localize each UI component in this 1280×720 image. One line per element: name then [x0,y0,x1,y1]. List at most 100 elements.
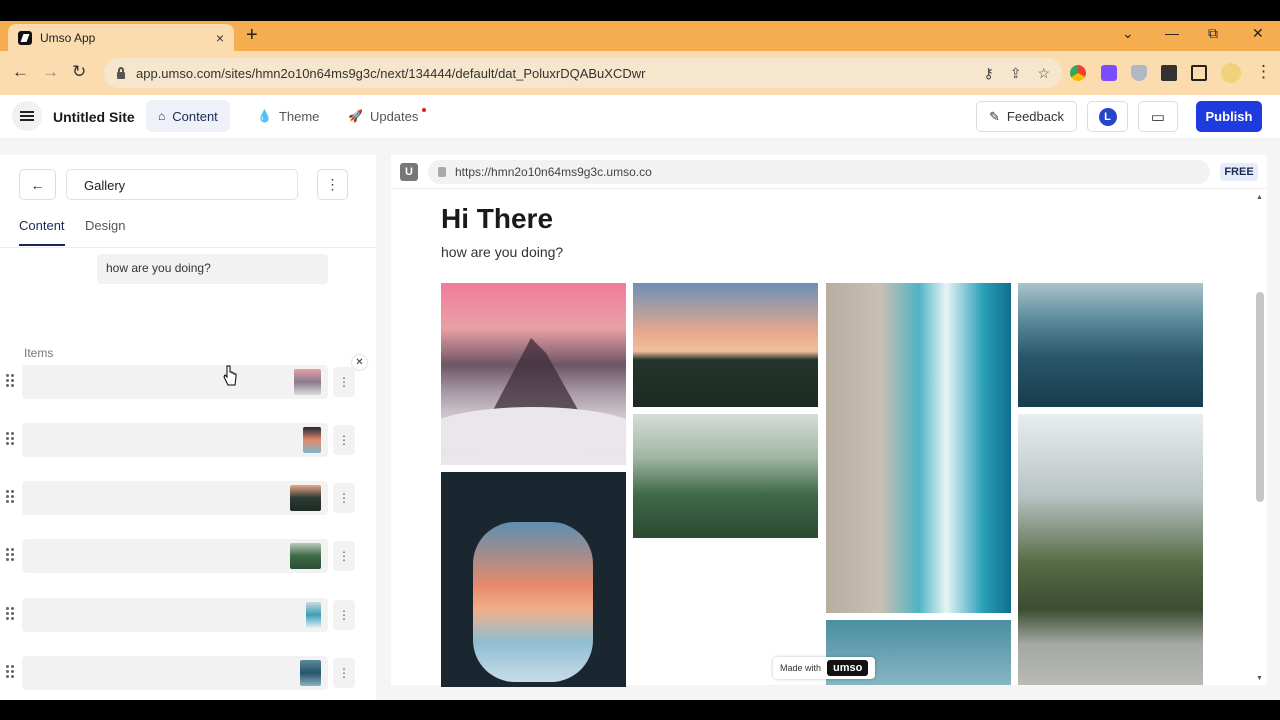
gallery-image-forest[interactable] [633,414,818,538]
gallery-image-mountain-road[interactable] [1018,414,1203,685]
profile-avatar-icon[interactable] [1221,63,1241,83]
tab-theme-label: Theme [278,108,320,124]
gallery-item-field[interactable] [22,423,328,457]
publish-button[interactable]: Publish [1196,101,1262,132]
tab-title: Umso App [40,30,96,45]
browser-tab[interactable]: Umso App × [8,24,234,51]
mouse-pointer-hand-icon [223,365,237,386]
drag-handle-icon[interactable] [6,490,14,504]
share-icon[interactable]: ⇪ [1010,65,1022,82]
gallery-item-row[interactable]: ⋮ [0,481,376,515]
items-label: Items [24,346,54,360]
tab-close-icon[interactable]: × [216,30,224,46]
item-options-kebab-icon[interactable]: ⋮ [333,425,355,455]
feedback-icon: ✎ [989,108,1000,124]
preview-url-bar: U https://hmn2o10n64ms9g3c.umso.co FREE [391,155,1267,189]
screen: Umso App × + ⌄ — ⧉ ✕ ← → ↻ app.umso.com/… [0,0,1280,720]
side-panel-icon[interactable] [1191,65,1207,81]
page-heading[interactable]: Hi There [441,203,553,235]
drag-handle-icon[interactable] [6,548,14,562]
account-button[interactable]: L [1087,101,1128,132]
made-with-umso-badge[interactable]: Made with umso [773,657,876,679]
item-options-kebab-icon[interactable]: ⋮ [333,541,355,571]
minimize-button[interactable]: — [1165,25,1179,41]
preview-scrollbar-thumb[interactable] [1256,292,1264,502]
extension-gear-icon[interactable] [1101,65,1117,81]
monitor-icon: ▭ [1150,108,1166,126]
app-header: Untitled Site ⌂ Content 💧 Theme 🚀 Update… [0,95,1280,139]
avatar: L [1098,107,1117,126]
gallery-item-row[interactable]: ⋮ [0,539,376,573]
reload-icon[interactable]: ↻ [72,62,86,82]
gallery-item-row[interactable]: ⋮ [0,598,376,632]
notification-dot [422,108,427,112]
restore-button[interactable]: ⧉ [1208,25,1218,42]
back-button[interactable]: ← [19,169,56,200]
item-options-kebab-icon[interactable]: ⋮ [333,483,355,513]
mountain-thumbnail [294,369,321,395]
rocket-icon: 🚀 [348,109,363,123]
scroll-down-arrow-icon[interactable]: ▼ [1256,675,1263,682]
gallery-item-row[interactable]: ⋮ [0,365,376,399]
gallery-item-field[interactable] [22,481,328,515]
drag-handle-icon[interactable] [6,607,14,621]
site-preview: U https://hmn2o10n64ms9g3c.umso.co FREE … [391,155,1267,687]
item-options-kebab-icon[interactable]: ⋮ [333,367,355,397]
tab-updates-label: Updates [369,108,419,124]
new-tab-button[interactable]: + [246,25,258,45]
gallery-image-skatepark[interactable] [633,283,818,407]
item-options-kebab-icon[interactable]: ⋮ [333,658,355,688]
section-options-button[interactable]: ⋮ [317,169,348,200]
made-with-label: Made with [780,663,822,673]
subtitle-text-field[interactable]: how are you doing? [97,254,328,284]
gallery-item-field[interactable] [22,598,328,632]
back-arrow-icon: ← [30,176,45,193]
tab-updates[interactable]: 🚀 Updates [336,100,432,132]
skate-thumbnail [290,485,321,511]
gallery-item-field[interactable] [22,656,328,690]
extension-shield-icon[interactable] [1131,65,1147,81]
drag-handle-icon[interactable] [6,432,14,446]
close-window-button[interactable]: ✕ [1252,25,1264,42]
extension-chrome-icon[interactable] [1070,65,1086,81]
lock-icon [116,67,126,79]
forest-thumbnail [290,543,321,569]
lock-icon [438,167,446,177]
gallery-image-airplane-window[interactable] [441,472,626,687]
home-icon: ⌂ [158,109,166,123]
tab-content[interactable]: ⌂ Content [146,100,230,132]
gallery-image-sea[interactable] [1018,283,1203,407]
droplet-icon: 💧 [257,109,272,123]
sidebar-tab-design[interactable]: Design [85,218,125,244]
address-url: app.umso.com/sites/hmn2o10n64ms9g3c/next… [136,65,646,81]
forward-arrow-icon[interactable]: → [42,62,59,82]
mountain-shape [423,338,643,459]
address-bar[interactable]: app.umso.com/sites/hmn2o10n64ms9g3c/next… [104,58,1062,88]
gallery-item-field[interactable] [22,365,328,399]
sidebar-tab-content[interactable]: Content [19,218,65,246]
hamburger-menu-icon[interactable] [12,101,42,131]
preview-url-field[interactable]: https://hmn2o10n64ms9g3c.umso.co [428,160,1210,184]
drag-handle-icon[interactable] [6,374,14,388]
gallery-item-field[interactable] [22,539,328,573]
browser-tab-bar: Umso App × [0,21,1280,51]
drag-handle-icon[interactable] [6,665,14,679]
preview-device-button[interactable]: ▭ [1138,101,1178,132]
page-subheading[interactable]: how are you doing? [441,244,563,260]
tab-theme[interactable]: 💧 Theme [245,100,331,132]
bookmark-star-icon[interactable]: ☆ [1037,65,1050,82]
browser-menu-icon[interactable]: ⋮ [1255,62,1272,82]
back-arrow-icon[interactable]: ← [12,62,29,82]
gallery-item-row[interactable]: ⋮ [0,656,376,690]
tab-search-chevron-icon[interactable]: ⌄ [1122,25,1134,42]
item-options-kebab-icon[interactable]: ⋮ [333,600,355,630]
key-icon[interactable]: ⚷ [983,65,993,82]
section-name-field[interactable]: Gallery [66,169,298,200]
gallery-image-ocean-wave[interactable] [826,283,1011,613]
extensions-puzzle-icon[interactable] [1161,65,1177,81]
umso-badge-icon: U [400,163,418,181]
feedback-button[interactable]: ✎ Feedback [976,101,1077,132]
gallery-item-row[interactable]: ⋮ [0,423,376,457]
scroll-up-arrow-icon[interactable]: ▲ [1256,194,1263,201]
gallery-image-mountain[interactable] [423,283,643,465]
